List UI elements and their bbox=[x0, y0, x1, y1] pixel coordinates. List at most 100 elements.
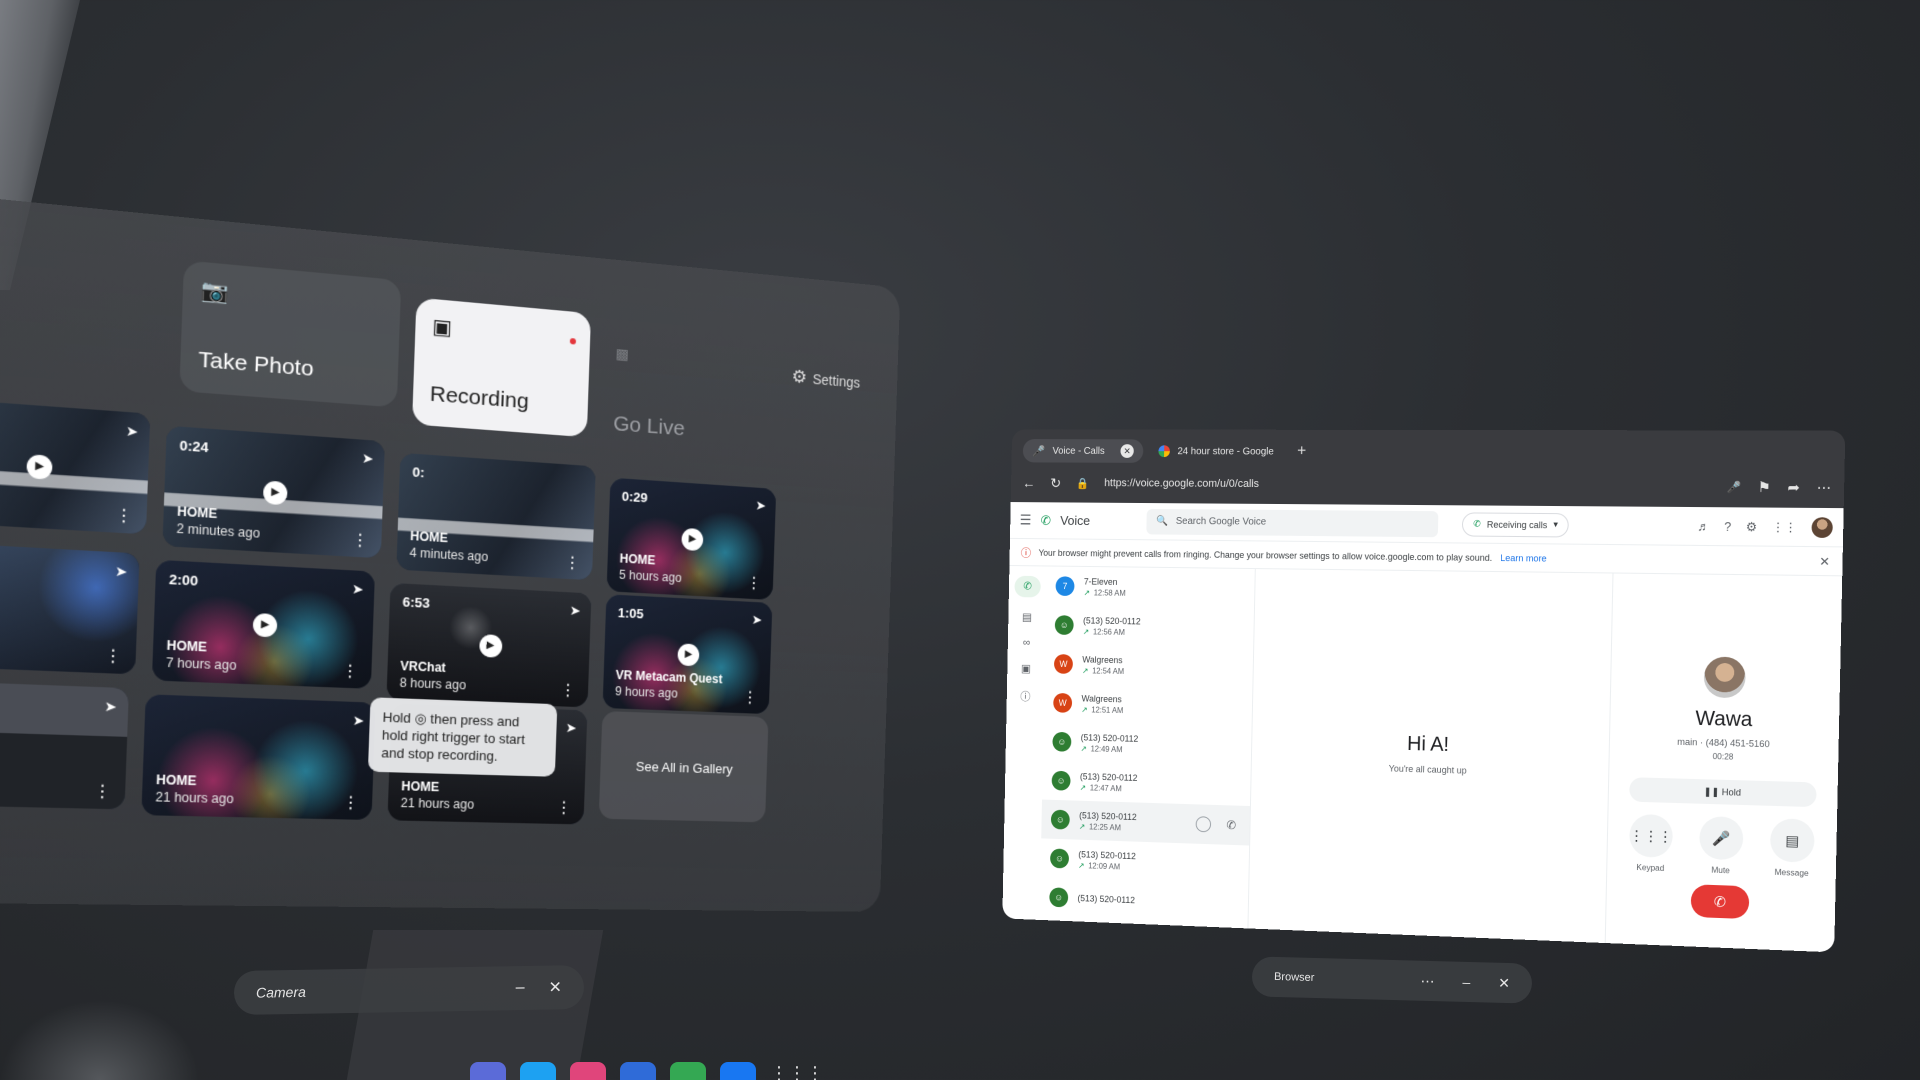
close-icon[interactable]: ✕ bbox=[1819, 554, 1830, 569]
outgoing-arrow-icon: ↗ bbox=[1078, 821, 1086, 831]
more-icon[interactable]: ⋮ bbox=[93, 783, 112, 802]
play-icon[interactable]: ▶ bbox=[478, 634, 503, 658]
select-checkbox[interactable] bbox=[1195, 816, 1212, 833]
search-box[interactable]: 🔍 Search Google Voice bbox=[1146, 508, 1439, 537]
recording-button[interactable]: ▣ Recording bbox=[412, 297, 592, 438]
share-icon[interactable]: ➤ bbox=[115, 563, 128, 581]
share-icon[interactable]: ➤ bbox=[352, 712, 364, 729]
more-icon[interactable]: ⋮ bbox=[742, 689, 758, 707]
gallery-item[interactable]: 0:24 HOME 2 minutes ago ▶ ➤ ⋮ bbox=[162, 425, 385, 559]
calls-nav-icon[interactable]: ✆ bbox=[1014, 575, 1041, 598]
voicemail-nav-icon[interactable]: ∞ bbox=[1023, 637, 1031, 649]
call-back-icon[interactable]: ✆ bbox=[1226, 818, 1236, 832]
headset-icon[interactable]: ♬ bbox=[1697, 519, 1710, 533]
list-item[interactable]: ☺ (513) 520-0112 ↗ 12:56 AM bbox=[1045, 605, 1254, 648]
gear-icon[interactable]: ⚙ bbox=[1746, 519, 1758, 533]
keypad-button[interactable]: ⋮⋮⋮ Keypad bbox=[1629, 813, 1674, 873]
list-item[interactable]: W Walgreens ↗ 12:51 AM bbox=[1044, 683, 1253, 727]
hold-button[interactable]: ❚❚ Hold bbox=[1629, 777, 1817, 808]
dock-app[interactable] bbox=[670, 1062, 706, 1080]
more-icon[interactable]: ⋯ bbox=[1817, 479, 1832, 497]
more-icon[interactable]: ⋯ bbox=[1420, 972, 1434, 989]
gallery-item[interactable]: 2:00 HOME 7 hours ago ▶ ➤ ⋮ bbox=[151, 559, 375, 689]
hang-up-button[interactable]: ✆ bbox=[1690, 884, 1750, 920]
menu-icon[interactable]: ☰ bbox=[1019, 512, 1032, 529]
learn-more-link[interactable]: Learn more bbox=[1500, 552, 1547, 563]
share-icon[interactable]: ➤ bbox=[565, 720, 577, 737]
list-item[interactable]: ☺ (513) 520-0112 bbox=[1040, 877, 1249, 924]
more-icon[interactable]: ⋮ bbox=[341, 662, 359, 681]
contact-avatar: ☺ bbox=[1052, 731, 1072, 752]
microphone-active-icon[interactable]: 🎤 bbox=[1727, 480, 1742, 493]
search-input[interactable]: Search Google Voice bbox=[1176, 516, 1267, 528]
gallery-item[interactable]: 0:29 HOME 5 hours ago ▶ ➤ ⋮ bbox=[606, 477, 777, 601]
reload-icon[interactable]: ↻ bbox=[1050, 475, 1061, 492]
gallery-item[interactable]: HOME 21 hours ago ➤ ⋮ bbox=[141, 694, 376, 821]
thumb-title: HOME bbox=[619, 551, 656, 568]
spam-nav-icon[interactable]: ⓘ bbox=[1020, 688, 1031, 704]
thumb-time: 7 hours ago bbox=[165, 655, 237, 673]
tab-label: Voice - Calls bbox=[1052, 445, 1105, 457]
share-icon[interactable]: ➤ bbox=[104, 698, 117, 716]
help-icon[interactable]: ? bbox=[1724, 519, 1731, 533]
minimize-icon[interactable]: – bbox=[516, 979, 525, 997]
new-tab-icon[interactable]: + bbox=[1297, 443, 1306, 461]
share-icon[interactable]: ➤ bbox=[126, 423, 139, 441]
share-icon[interactable]: ➤ bbox=[352, 581, 364, 598]
active-call-panel: Wawa main · (484) 451-5160 00:28 ❚❚ Hold… bbox=[1606, 574, 1843, 953]
apps-icon[interactable]: ⋮⋮ bbox=[1772, 519, 1797, 534]
more-icon[interactable]: ⋮ bbox=[342, 794, 360, 812]
see-all-gallery-button[interactable]: See All in Gallery bbox=[598, 710, 769, 823]
messages-nav-icon[interactable]: ▤ bbox=[1022, 611, 1032, 624]
dock-app[interactable] bbox=[570, 1062, 606, 1080]
list-item[interactable]: W Walgreens ↗ 12:54 AM bbox=[1044, 644, 1253, 687]
settings-button[interactable]: ⚙ Settings bbox=[791, 366, 860, 392]
dock-app[interactable] bbox=[470, 1062, 506, 1080]
gallery-item[interactable]: ➤ ⋮ bbox=[0, 541, 140, 675]
video-icon: ▣ bbox=[431, 315, 453, 341]
list-item[interactable]: ☺ (513) 520-0112 ↗ 12:47 AM bbox=[1042, 761, 1251, 806]
message-button[interactable]: ▤ Message bbox=[1769, 818, 1815, 878]
gallery-item[interactable]: ➤ ⋮ bbox=[0, 680, 129, 810]
avatar[interactable] bbox=[1811, 516, 1833, 538]
close-icon[interactable]: ✕ bbox=[548, 977, 562, 997]
dock-app[interactable] bbox=[620, 1062, 656, 1080]
back-icon[interactable]: ← bbox=[1022, 475, 1035, 491]
share-icon[interactable]: ➦ bbox=[1787, 478, 1800, 496]
contact-avatar: ☺ bbox=[1054, 615, 1074, 635]
share-icon[interactable]: ➤ bbox=[362, 450, 374, 468]
dock-app[interactable] bbox=[720, 1062, 756, 1080]
gallery-item[interactable]: o ▶ ➤ ⋮ bbox=[0, 397, 151, 535]
gallery-item[interactable]: 1:05 VR Metacam Quest 9 hours ago ▶ ➤ ⋮ bbox=[602, 594, 773, 715]
more-icon[interactable]: ⋮ bbox=[555, 799, 572, 817]
share-icon[interactable]: ➤ bbox=[752, 612, 763, 628]
more-icon[interactable]: ⋮ bbox=[746, 575, 762, 593]
more-icon[interactable]: ⋮ bbox=[351, 531, 369, 550]
take-photo-button[interactable]: 📷 Take Photo bbox=[179, 260, 402, 408]
list-item[interactable]: 7 7-Eleven ↗ 12:58 AM bbox=[1046, 566, 1255, 608]
share-icon[interactable]: ➤ bbox=[569, 603, 582, 620]
url-field[interactable]: https://voice.google.com/u/0/calls bbox=[1104, 477, 1710, 492]
tab-google-search[interactable]: 24 hour store - Google bbox=[1149, 439, 1284, 463]
gallery-item[interactable]: 6:53 VRChat 8 hours ago ▶ ➤ ⋮ bbox=[386, 582, 592, 708]
more-icon[interactable]: ⋮ bbox=[560, 682, 577, 700]
list-item[interactable]: ☺ (513) 520-0112 ↗ 12:49 AM bbox=[1043, 722, 1252, 767]
browser-window-bar[interactable]: Browser ⋯ – ✕ bbox=[1251, 956, 1533, 1004]
mute-button[interactable]: 🎤 Mute bbox=[1699, 815, 1744, 876]
share-icon[interactable]: ➤ bbox=[755, 498, 766, 515]
close-tab-icon[interactable]: ✕ bbox=[1120, 444, 1134, 458]
tab-voice-calls[interactable]: 🎤 Voice - Calls ✕ bbox=[1022, 439, 1144, 463]
archive-nav-icon[interactable]: ▣ bbox=[1021, 662, 1031, 675]
apps-grid-icon[interactable]: ⋮⋮⋮ bbox=[770, 1063, 824, 1080]
receiving-calls-dropdown[interactable]: ✆ Receiving calls ▾ bbox=[1462, 511, 1570, 538]
minimize-icon[interactable]: – bbox=[1462, 974, 1470, 990]
more-icon[interactable]: ⋮ bbox=[104, 647, 123, 666]
camera-window-bar[interactable]: Camera – ✕ bbox=[233, 964, 585, 1016]
dock-app[interactable] bbox=[520, 1062, 556, 1080]
go-live-button[interactable]: ▩ Go Live bbox=[596, 329, 747, 463]
more-icon[interactable]: ⋮ bbox=[564, 554, 581, 572]
close-icon[interactable]: ✕ bbox=[1498, 974, 1510, 991]
bookmark-icon[interactable]: ⚑ bbox=[1757, 478, 1770, 496]
more-icon[interactable]: ⋮ bbox=[114, 507, 133, 526]
gallery-item[interactable]: 0: HOME 4 minutes ago ⋮ bbox=[396, 452, 596, 581]
